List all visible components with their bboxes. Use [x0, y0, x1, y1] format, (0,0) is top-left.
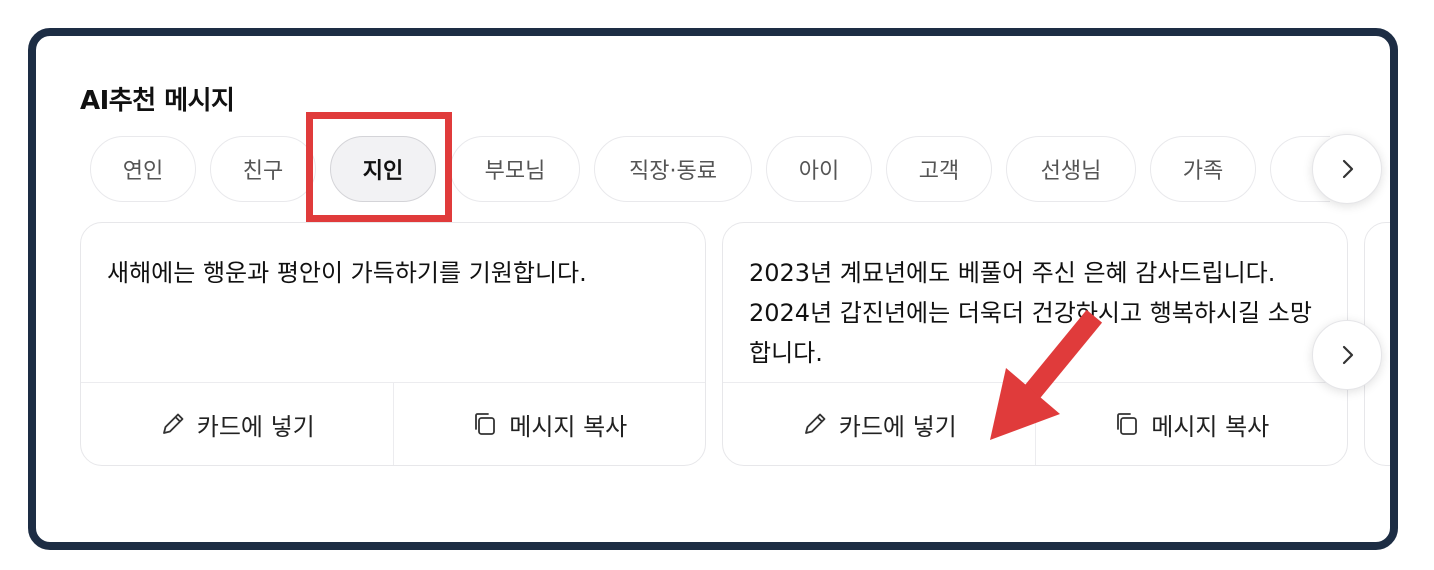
recommendation-panel: AI추천 메시지 연인 친구 지인 부모님 직장·동료 아이 고객 선생님 가족…	[28, 28, 1398, 550]
card-actions: 카드에 넣기 메시지 복사	[81, 382, 705, 465]
copy-message-button[interactable]: 메시지 복사	[392, 383, 706, 465]
insert-to-card-button[interactable]: 카드에 넣기	[81, 383, 393, 465]
cards-next-button[interactable]	[1312, 320, 1382, 390]
copy-label: 메시지 복사	[1151, 412, 1270, 441]
tab-lover[interactable]: 연인	[90, 136, 196, 202]
category-tabs: 연인 친구 지인 부모님 직장·동료 아이 고객 선생님 가족	[80, 136, 1380, 202]
tab-coworker[interactable]: 직장·동료	[594, 136, 752, 202]
tab-teacher[interactable]: 선생님	[1006, 136, 1136, 202]
insert-label: 카드에 넣기	[838, 412, 957, 441]
copy-icon	[475, 413, 496, 435]
chevron-right-icon	[1342, 159, 1354, 179]
tab-customer[interactable]: 고객	[886, 136, 992, 202]
pencil-icon	[804, 413, 826, 434]
card-message: 새해에는 행운과 평안이 가득하기를 기원합니다.	[107, 259, 587, 287]
chevron-right-icon	[1342, 345, 1354, 365]
tab-family[interactable]: 가족	[1150, 136, 1256, 202]
tab-friend[interactable]: 친구	[210, 136, 316, 202]
pencil-icon	[162, 413, 184, 434]
insert-label: 카드에 넣기	[196, 412, 315, 441]
tab-child[interactable]: 아이	[766, 136, 872, 202]
tabs-next-button[interactable]	[1312, 134, 1382, 204]
copy-icon	[1117, 413, 1138, 435]
highlight-box	[306, 112, 452, 222]
tab-parents[interactable]: 부모님	[450, 136, 580, 202]
message-card: 새해에는 행운과 평안이 가득하기를 기원합니다. 카드에 넣기 메시지 복사	[80, 222, 706, 466]
annotation-arrow-icon	[990, 309, 1103, 440]
section-title: AI추천 메시지	[80, 86, 235, 116]
copy-label: 메시지 복사	[509, 412, 628, 441]
